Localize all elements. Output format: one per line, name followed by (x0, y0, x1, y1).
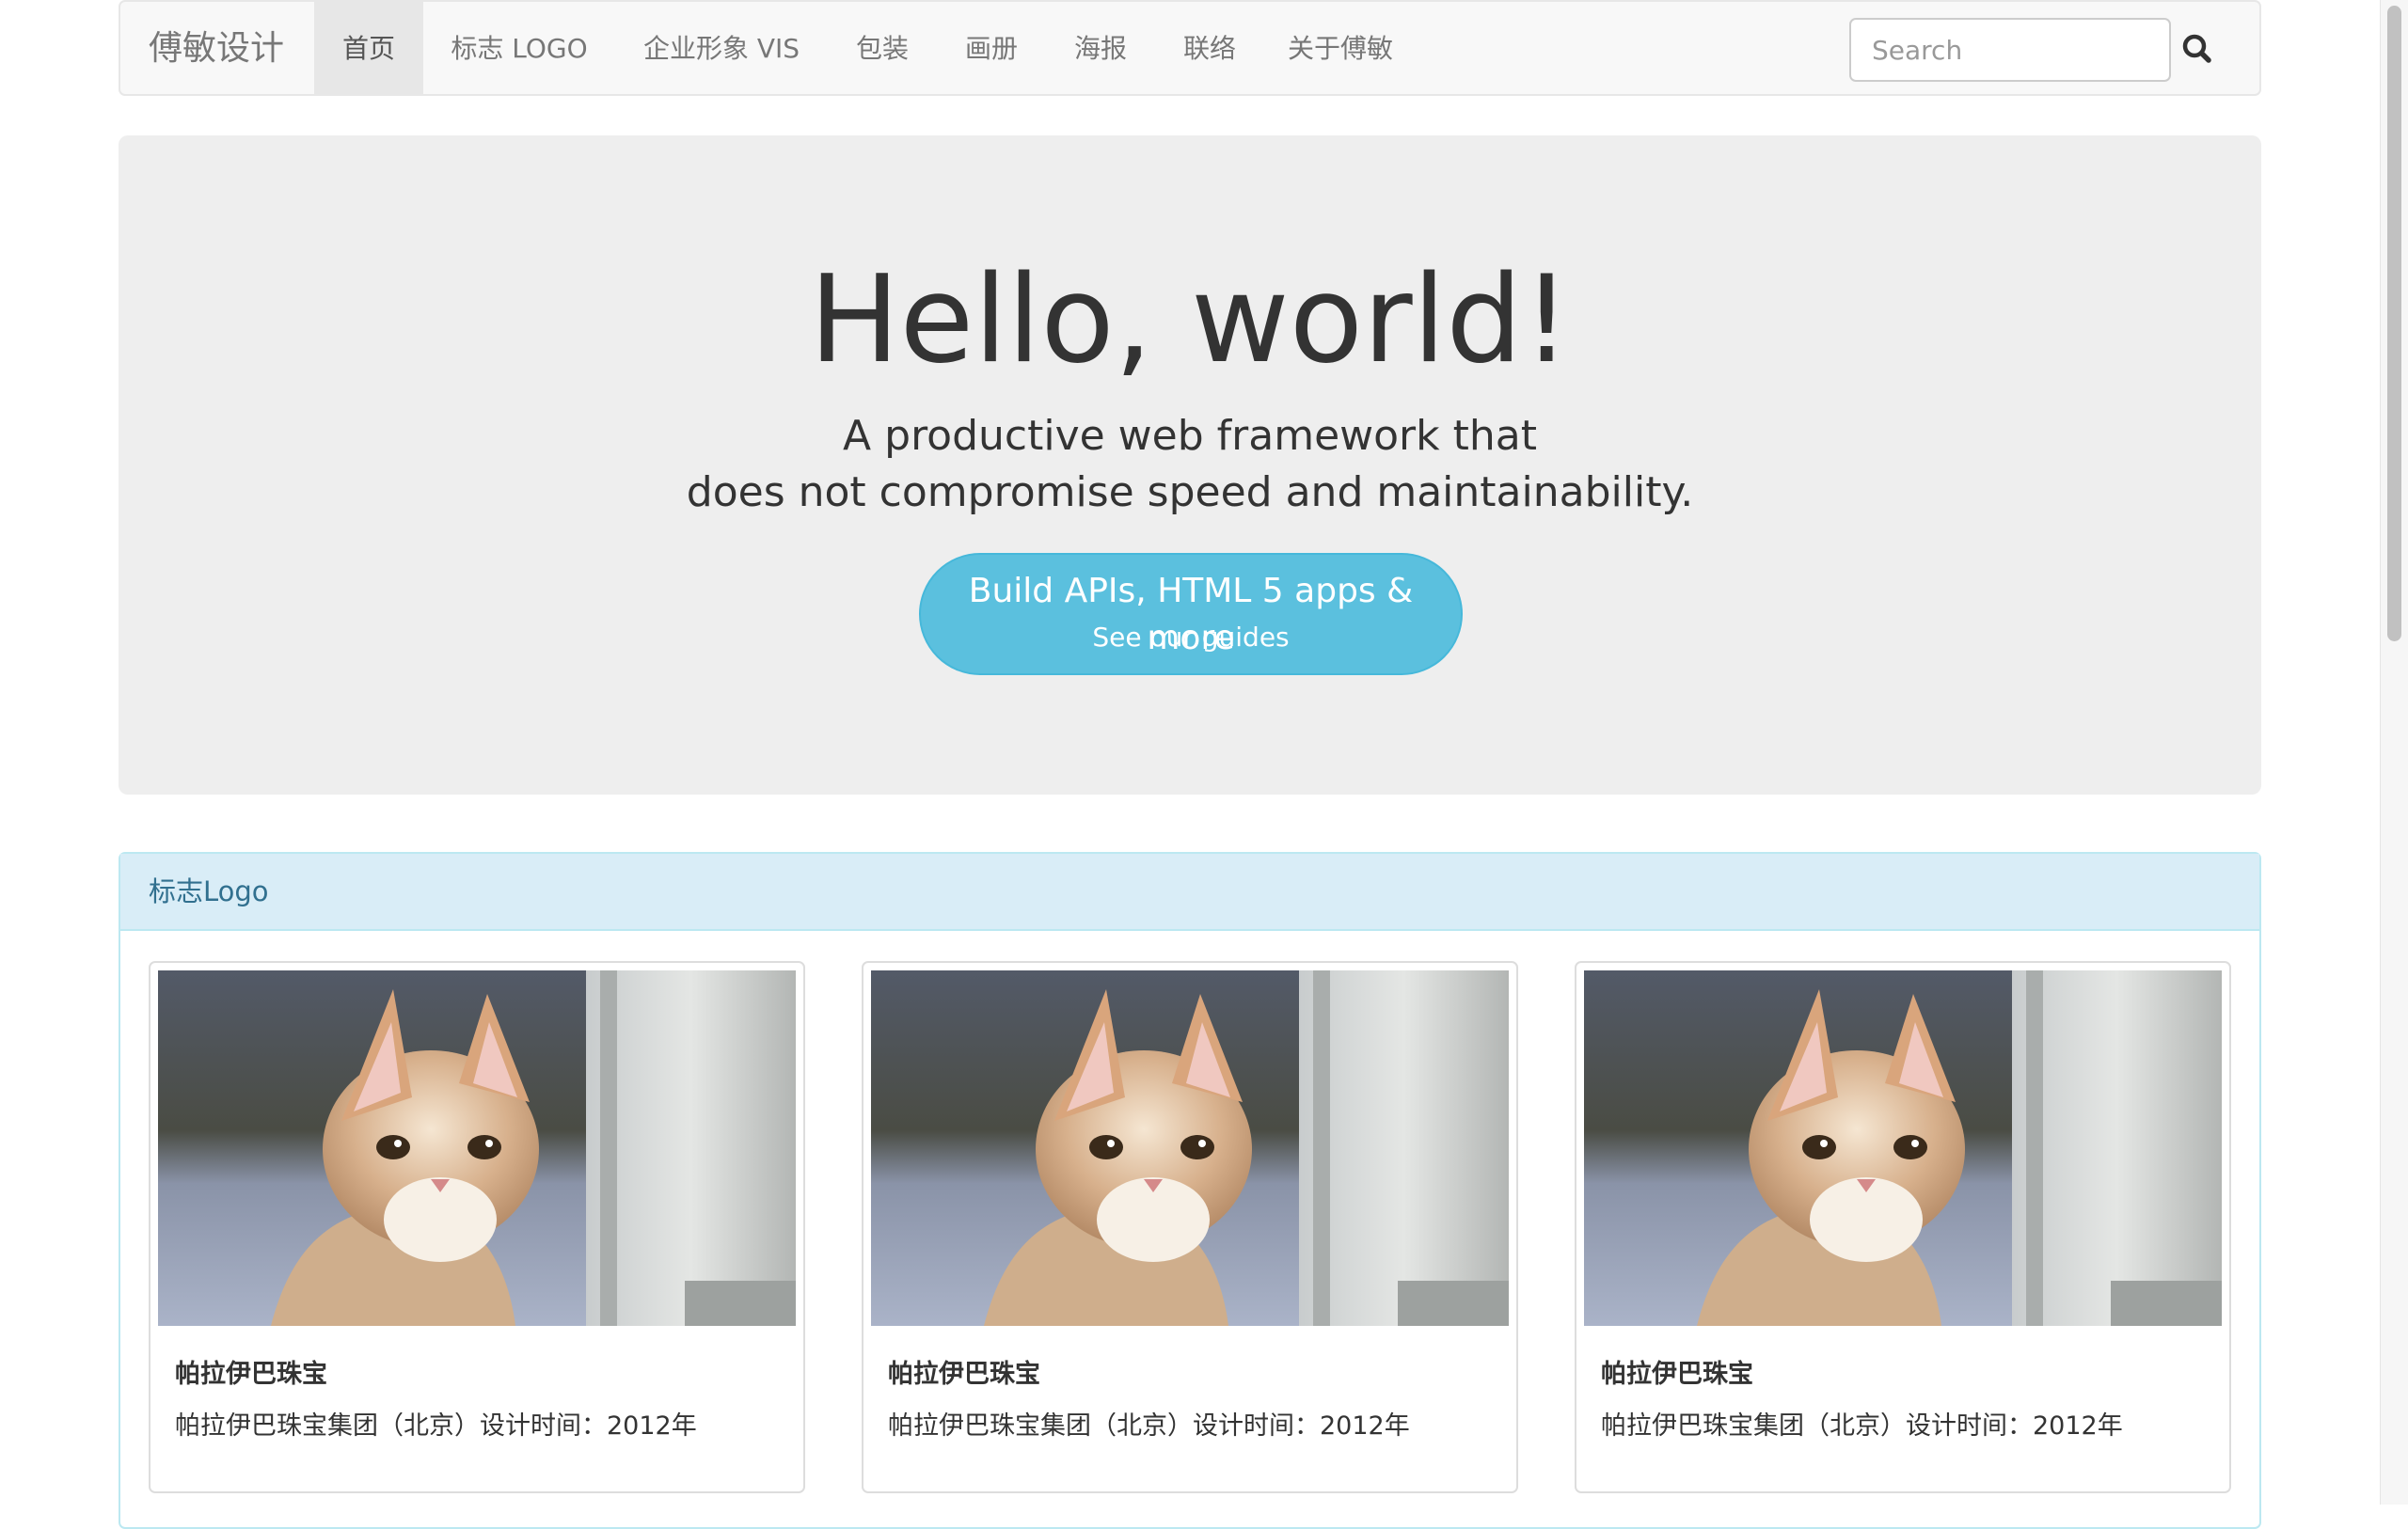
nav-item-brochure[interactable]: 画册 (937, 2, 1046, 96)
panel-heading: 标志Logo (120, 854, 2259, 931)
portfolio-card[interactable]: 帕拉伊巴珠宝 帕拉伊巴珠宝集团（北京）设计时间：2012年 (862, 961, 1518, 1493)
nav-item-poster[interactable]: 海报 (1046, 2, 1155, 96)
nav-item-about[interactable]: 关于傅敏 (1264, 2, 1417, 96)
logo-panel: 标志Logo 帕拉伊巴珠宝 帕拉伊巴珠宝集团（北京）设计时间：2012年 帕拉伊… (119, 852, 2261, 1529)
nav-item-home[interactable]: 首页 (314, 2, 423, 96)
portfolio-card[interactable]: 帕拉伊巴珠宝 帕拉伊巴珠宝集团（北京）设计时间：2012年 (149, 961, 805, 1493)
nav-item-packaging[interactable]: 包装 (828, 2, 937, 96)
kitten-image (158, 970, 796, 1326)
search-input[interactable] (1849, 18, 2171, 82)
portfolio-card[interactable]: 帕拉伊巴珠宝 帕拉伊巴珠宝集团（北京）设计时间：2012年 (1575, 961, 2231, 1493)
hero-title: Hello, world! (809, 250, 1571, 390)
card-title: 帕拉伊巴珠宝 (1601, 1360, 1753, 1389)
nav-item-logo[interactable]: 标志 LOGO (423, 2, 615, 96)
nav-item-contact[interactable]: 联络 (1155, 2, 1264, 96)
search-button[interactable] (2175, 26, 2222, 73)
jumbotron: Hello, world! A productive web framework… (119, 135, 2261, 795)
brand-logo[interactable]: 傅敏设计 (149, 2, 284, 96)
guides-button[interactable]: Build APIs, HTML 5 apps & more See our g… (919, 553, 1463, 675)
navbar: 傅敏设计 首页 标志 LOGO 企业形象 VIS 包装 画册 海报 联络 关于傅… (119, 0, 2261, 96)
page-scrollbar[interactable] (2380, 0, 2408, 1505)
search-icon (2182, 34, 2211, 63)
card-title: 帕拉伊巴珠宝 (175, 1360, 327, 1389)
hero-tagline-line2: does not compromise speed and maintainab… (686, 468, 1694, 516)
kitten-image (1584, 970, 2222, 1326)
hero-tagline-line1: A productive web framework that (843, 412, 1537, 460)
nav-item-vis[interactable]: 企业形象 VIS (615, 2, 828, 96)
card-description: 帕拉伊巴珠宝集团（北京）设计时间：2012年 (1601, 1411, 2123, 1441)
card-description: 帕拉伊巴珠宝集团（北京）设计时间：2012年 (175, 1411, 697, 1441)
guides-button-sublabel: See our guides (1092, 622, 1290, 653)
scrollbar-thumb[interactable] (2387, 6, 2401, 641)
card-description: 帕拉伊巴珠宝集团（北京）设计时间：2012年 (888, 1411, 1410, 1441)
kitten-image (871, 970, 1509, 1326)
card-title: 帕拉伊巴珠宝 (888, 1360, 1040, 1389)
